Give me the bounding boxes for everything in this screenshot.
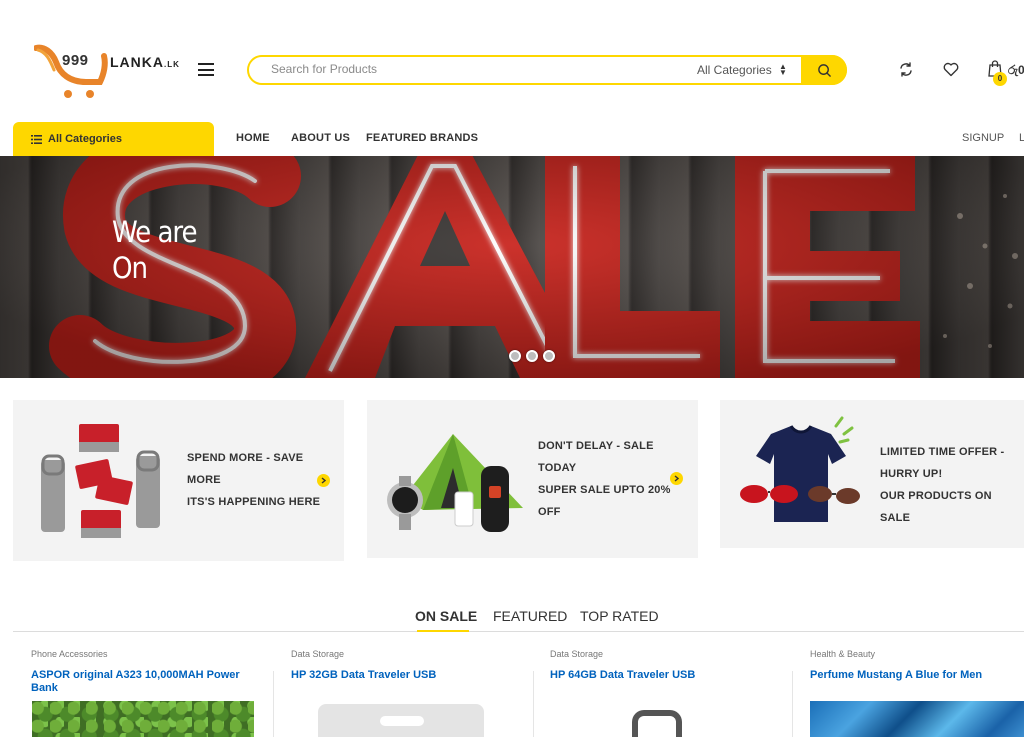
search-icon — [817, 63, 831, 77]
all-categories-label: All Categories — [48, 133, 122, 145]
promo-2-text: DON'T DELAY - SALE TODAY SUPER SALE UPTO… — [538, 435, 671, 523]
search-bar: All Categories ▲▼ — [247, 55, 847, 85]
promo-1-text: SPEND MORE - SAVE MORE ITS'S HAPPENING H… — [187, 447, 320, 513]
nav-home[interactable]: HOME — [236, 132, 270, 144]
promo-3-text: LIMITED TIME OFFER - HURRY UP! OUR PRODU… — [880, 441, 1024, 529]
promo-2-line3: SUPER SALE UPTO 20% — [538, 484, 671, 496]
product-separator — [533, 671, 534, 737]
search-input[interactable] — [271, 62, 671, 76]
menu-toggle-icon[interactable] — [198, 63, 214, 76]
product-4-title[interactable]: Perfume Mustang A Blue for Men — [810, 669, 982, 682]
cart-total[interactable]: රු0 — [1008, 63, 1024, 78]
hero-headline-line2: On — [112, 251, 148, 285]
chevron-right-icon[interactable] — [670, 472, 683, 485]
logo-name: LANKA.LK — [110, 54, 180, 70]
tab-on-sale[interactable]: ON SALE — [415, 608, 477, 624]
tent-watch-speaker-image — [387, 434, 523, 532]
nav-featured-brands[interactable]: FEATURED BRANDS — [366, 132, 478, 144]
hero-slider[interactable]: We are On — [0, 156, 1024, 378]
product-separator — [792, 671, 793, 737]
active-tab-indicator — [417, 630, 469, 632]
nav-login[interactable]: L — [1019, 132, 1024, 144]
promo-card-1[interactable]: SPEND MORE - SAVE MORE ITS'S HAPPENING H… — [13, 400, 344, 561]
promo-card-3[interactable]: LIMITED TIME OFFER - HURRY UP! OUR PRODU… — [720, 400, 1024, 548]
tshirt-sunglasses-image — [740, 416, 860, 522]
nav-about-us[interactable]: ABOUT US — [291, 132, 350, 144]
product-1-title-line2: Bank — [31, 682, 58, 694]
product-1-title[interactable]: ASPOR original A323 10,000MAH Power Bank — [31, 669, 261, 695]
search-button[interactable] — [801, 55, 847, 85]
product-4-image[interactable] — [810, 701, 1024, 737]
product-3-category[interactable]: Data Storage — [550, 649, 603, 659]
promo-1-line1: SPEND MORE - SAVE — [187, 452, 304, 464]
slider-dot-2[interactable] — [526, 350, 538, 362]
product-3-image[interactable] — [632, 710, 682, 737]
product-3-title[interactable]: HP 64GB Data Traveler USB — [550, 669, 695, 682]
search-category-select[interactable]: All Categories — [697, 63, 772, 77]
wishlist-heart-icon[interactable] — [943, 62, 959, 77]
select-arrows-icon: ▲ ▼ — [779, 62, 787, 77]
site-logo[interactable]: 999 LANKA.LK — [34, 42, 184, 98]
promo-2-line1: DON'T DELAY - SALE — [538, 440, 654, 452]
usb-drives-image — [41, 424, 160, 538]
tabs-divider — [13, 631, 1024, 632]
logo-name-text: LANKA — [110, 54, 164, 70]
list-icon — [31, 134, 42, 144]
promo-3-line3: OUR PRODUCTS ON SALE — [880, 490, 992, 524]
cart-count-badge: 0 — [993, 72, 1007, 86]
promo-1-line3: ITS'S HAPPENING HERE — [187, 496, 321, 508]
promo-2-line4: OFF — [538, 506, 561, 518]
hero-headline-line1: We are — [112, 215, 198, 249]
promo-2-line2: TODAY — [538, 462, 577, 474]
slider-dots — [509, 350, 555, 362]
promo-card-2[interactable]: DON'T DELAY - SALE TODAY SUPER SALE UPTO… — [367, 400, 698, 558]
hero-headline: We are On — [112, 214, 198, 286]
promo-3-line1: LIMITED TIME OFFER - — [880, 446, 1005, 458]
tab-top-rated[interactable]: TOP RATED — [580, 608, 659, 624]
chevron-right-icon[interactable] — [317, 474, 330, 487]
product-2-title[interactable]: HP 32GB Data Traveler USB — [291, 669, 436, 682]
product-1-title-line1: ASPOR original A323 10,000MAH Power — [31, 669, 240, 681]
nav-signup[interactable]: SIGNUP — [962, 132, 1004, 144]
slider-dot-3[interactable] — [543, 350, 555, 362]
compare-icon[interactable] — [898, 62, 914, 77]
product-1-category[interactable]: Phone Accessories — [31, 649, 108, 659]
product-2-category[interactable]: Data Storage — [291, 649, 344, 659]
product-4-category[interactable]: Health & Beauty — [810, 649, 875, 659]
slider-dot-1[interactable] — [509, 350, 521, 362]
logo-number: 999 — [62, 52, 89, 69]
product-2-image[interactable] — [318, 704, 484, 737]
promo-1-line2: MORE — [187, 474, 221, 486]
product-separator — [273, 671, 274, 737]
logo-suffix: .LK — [164, 60, 180, 69]
promo-3-line2: HURRY UP! — [880, 468, 943, 480]
product-1-image[interactable] — [32, 701, 254, 737]
tab-featured[interactable]: FEATURED — [493, 608, 567, 624]
all-categories-button[interactable]: All Categories — [13, 122, 214, 156]
